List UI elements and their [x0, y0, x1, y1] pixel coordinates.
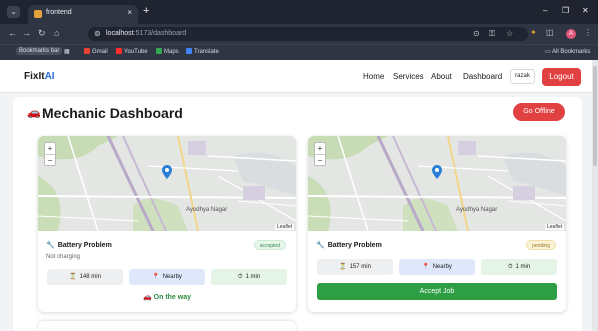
- map-tiles: [308, 136, 566, 231]
- map-tiles: [38, 136, 296, 231]
- folder-icon: ▭: [545, 49, 553, 55]
- location-icon[interactable]: ⊙: [473, 29, 480, 38]
- pin-icon: 📍: [422, 264, 430, 270]
- map-zoom-control: + −: [44, 142, 56, 166]
- status-badge: pending: [526, 240, 556, 250]
- status-badge: accepted: [253, 240, 286, 250]
- timer-icon: ⏱: [507, 264, 513, 270]
- url-text: localhost:5173/dashboard: [106, 30, 187, 37]
- site-navbar: FixItAI Home Services About Dashboard ra…: [0, 60, 592, 93]
- zoom-in-button[interactable]: +: [45, 143, 55, 154]
- gmail-icon: [84, 48, 90, 54]
- job-card: Ayodhya Nagar + − Leaflet 🔧 Battery Probl…: [38, 136, 296, 312]
- pin-icon: 📍: [152, 274, 160, 280]
- job-title: 🔧 Battery Problem: [46, 242, 112, 249]
- home-icon[interactable]: ⌂: [54, 28, 59, 38]
- bookmark-gmail[interactable]: Gmail: [84, 48, 108, 55]
- zoom-out-button[interactable]: −: [315, 155, 325, 166]
- bookmarks-bar: Bookmarks bar ▦ Gmail YouTube Maps Trans…: [0, 44, 598, 60]
- nav-link-home[interactable]: Home: [363, 72, 384, 81]
- hourglass-icon: ⏳: [339, 264, 347, 270]
- go-offline-button[interactable]: Go Offline: [513, 103, 565, 121]
- bookmarks-bar-label[interactable]: Bookmarks bar: [16, 47, 63, 55]
- user-name-badge[interactable]: razak: [510, 69, 535, 84]
- maps-icon: [156, 48, 162, 54]
- zoom-in-button[interactable]: +: [315, 143, 325, 154]
- nav-link-dashboard[interactable]: Dashboard: [463, 72, 502, 81]
- duration-chip: ⏳ 157 min: [317, 259, 393, 275]
- hourglass-icon: ⏳: [69, 274, 77, 280]
- location-pin-icon[interactable]: [432, 165, 442, 179]
- extension-icon[interactable]: ✦: [530, 28, 537, 37]
- job-stats: ⏳ 157 min 📍 Nearby ⏱ 1 min: [317, 259, 557, 275]
- job-title: 🔧 Battery Problem: [316, 242, 382, 249]
- close-window-icon[interactable]: ✕: [582, 6, 589, 15]
- car-icon: 🚗: [27, 107, 41, 119]
- bookmark-youtube[interactable]: YouTube: [116, 48, 148, 55]
- new-tab-icon[interactable]: +: [143, 5, 149, 17]
- translate-bookmark-icon: [186, 48, 192, 54]
- tab-close-icon[interactable]: ×: [127, 8, 132, 17]
- wrench-icon: 🔧: [316, 242, 325, 249]
- back-icon[interactable]: ←: [8, 28, 17, 38]
- accept-job-button[interactable]: Accept Job: [317, 283, 557, 300]
- map-zoom-control: + −: [314, 142, 326, 166]
- extensions-puzzle-icon[interactable]: ◫: [546, 28, 554, 37]
- bookmark-translate[interactable]: Translate: [186, 48, 219, 55]
- apps-grid-icon[interactable]: ▦: [64, 48, 70, 55]
- favicon-icon: [34, 10, 42, 18]
- bookmark-maps[interactable]: Maps: [156, 48, 179, 55]
- wrench-icon: 🔧: [46, 242, 55, 249]
- page-title: Mechanic Dashboard: [42, 105, 183, 121]
- zoom-out-button[interactable]: −: [45, 155, 55, 166]
- proximity-chip: 📍 Nearby: [399, 259, 475, 275]
- tab-title: frontend: [46, 9, 72, 16]
- url-field[interactable]: ⊚ localhost:5173/dashboard ⊙ ⚿ ☆: [88, 27, 528, 41]
- location-pin-icon[interactable]: [162, 165, 172, 179]
- map-place-label: Ayodhya Nagar: [456, 207, 498, 213]
- browser-menu-icon[interactable]: ⋮: [584, 28, 592, 37]
- car-small-icon: 🚗: [142, 294, 154, 301]
- logout-button[interactable]: Logout: [542, 68, 581, 86]
- tab-search-icon[interactable]: ⌄: [7, 6, 20, 18]
- on-the-way-status: 🚗 On the way: [142, 294, 191, 301]
- next-job-card-peek: [38, 321, 296, 331]
- restore-icon[interactable]: ❐: [562, 6, 569, 15]
- eta-chip: ⏱ 1 min: [481, 259, 557, 275]
- map-attribution-link[interactable]: Leaflet: [274, 224, 294, 230]
- job-map[interactable]: Ayodhya Nagar + − Leaflet: [38, 136, 296, 231]
- map-attribution-link[interactable]: Leaflet: [544, 224, 564, 230]
- site-logo[interactable]: FixItAI: [24, 71, 55, 82]
- translate-icon[interactable]: ⚿: [489, 29, 495, 39]
- browser-window: ⌄ frontend × + – ❐ ✕ ← → ↻ ⌂ ⊚ localhost…: [0, 0, 598, 331]
- minimize-icon[interactable]: –: [543, 6, 547, 15]
- nav-link-about[interactable]: About: [431, 72, 452, 81]
- timer-icon: ⏱: [237, 274, 243, 280]
- all-bookmarks[interactable]: ▭ All Bookmarks: [545, 48, 590, 55]
- bookmark-star-icon[interactable]: ☆: [506, 29, 513, 38]
- address-bar: ← → ↻ ⌂ ⊚ localhost:5173/dashboard ⊙ ⚿ ☆: [0, 24, 598, 44]
- browser-tab[interactable]: frontend ×: [28, 5, 138, 24]
- tab-bar: ⌄ frontend × + – ❐ ✕: [0, 0, 598, 24]
- job-map[interactable]: Ayodhya Nagar + − Leaflet: [308, 136, 566, 231]
- nav-link-services[interactable]: Services: [393, 72, 424, 81]
- reload-icon[interactable]: ↻: [38, 28, 46, 39]
- eta-chip: ⏱ 1 min: [211, 269, 287, 285]
- proximity-chip: 📍 Nearby: [129, 269, 205, 285]
- forward-icon[interactable]: →: [22, 28, 31, 38]
- job-card: Ayodhya Nagar + − Leaflet 🔧 Battery Probl…: [308, 136, 566, 312]
- job-stats: ⏳ 148 min 📍 Nearby ⏱ 1 min: [47, 269, 287, 285]
- profile-avatar[interactable]: A: [566, 29, 576, 39]
- duration-chip: ⏳ 148 min: [47, 269, 123, 285]
- job-description: Not charging: [46, 254, 81, 260]
- youtube-icon: [116, 48, 122, 54]
- site-info-icon[interactable]: ⊚: [94, 29, 101, 38]
- scrollbar-thumb[interactable]: [593, 66, 597, 166]
- map-place-label: Ayodhya Nagar: [186, 207, 228, 213]
